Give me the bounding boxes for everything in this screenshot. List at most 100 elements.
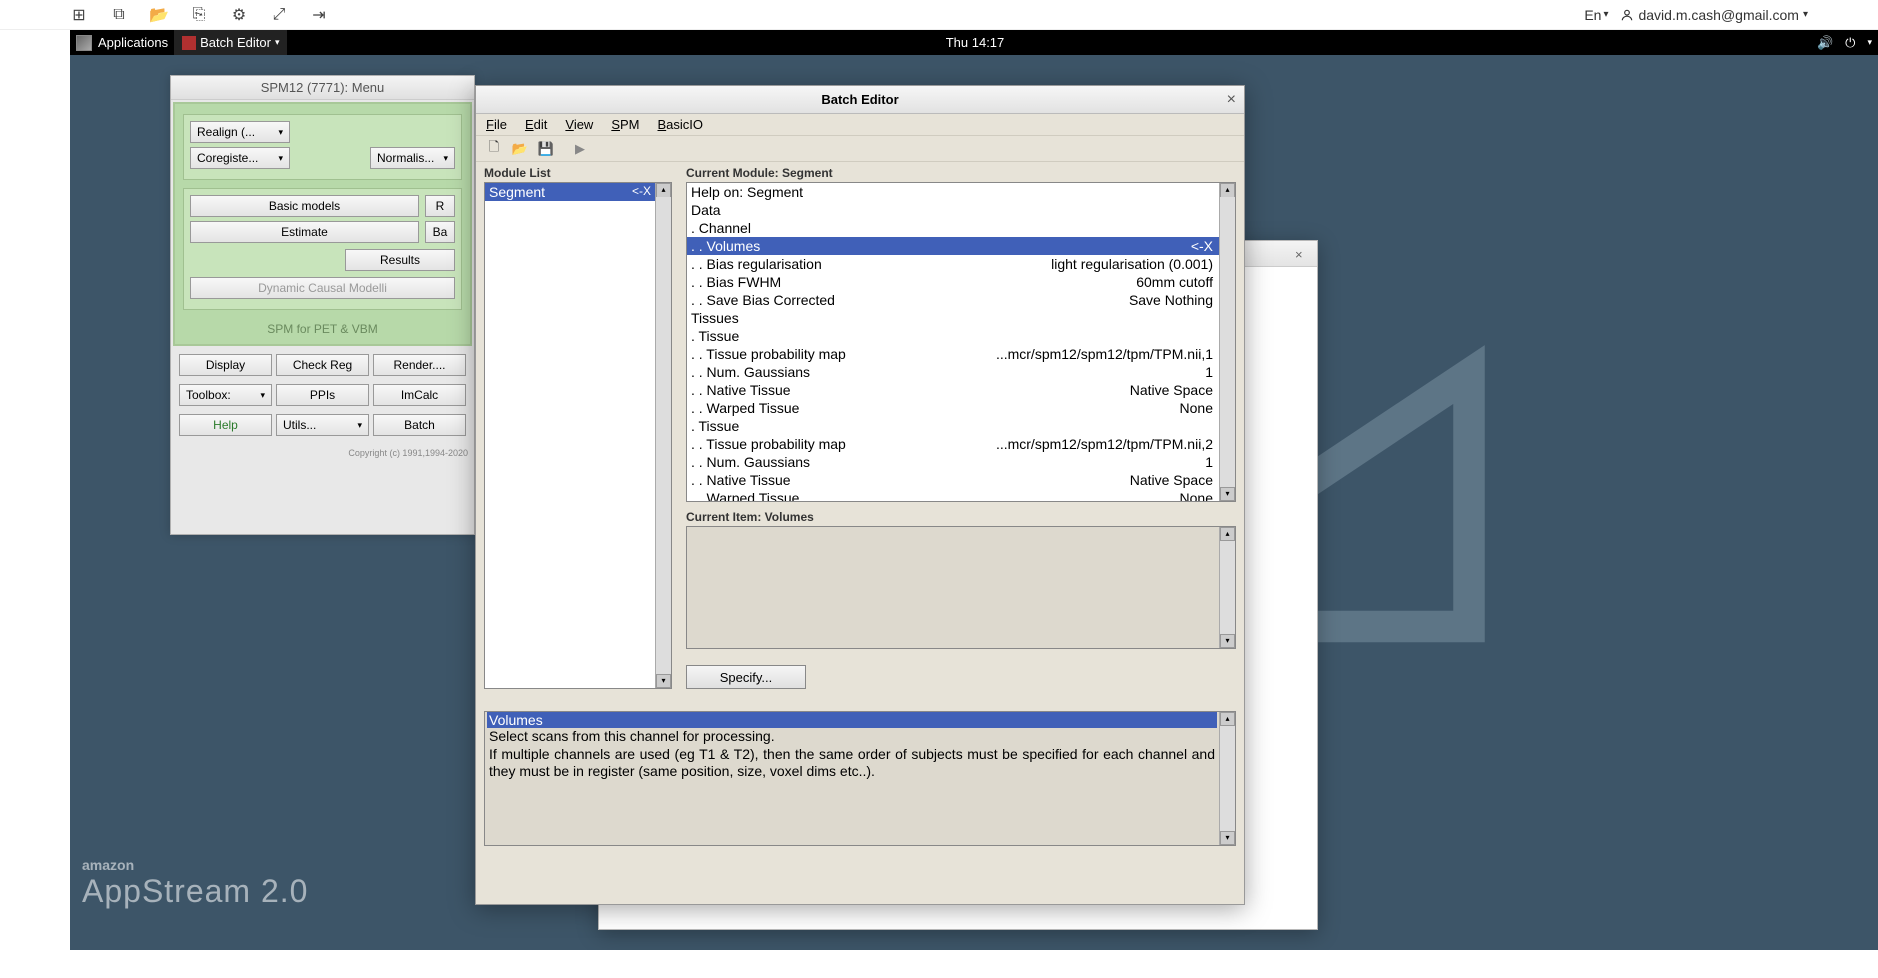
tree-row[interactable]: . . Tissue probability map...mcr/spm12/s… <box>687 345 1219 363</box>
grid-icon[interactable]: ⊞ <box>70 6 88 24</box>
batch-button[interactable]: Batch <box>373 414 466 436</box>
gear-icon[interactable]: ⚙ <box>230 6 248 24</box>
tree-row[interactable]: . . Volumes<-X <box>687 237 1219 255</box>
module-list-box[interactable]: Segment <-X ▴ ▾ <box>484 182 672 689</box>
user-menu[interactable]: david.m.cash@gmail.com ▾ <box>1620 7 1808 23</box>
language-selector[interactable]: En ▾ <box>1584 7 1608 23</box>
spm-copyright: Copyright (c) 1991,1994-2020 <box>171 446 474 460</box>
scrollbar[interactable]: ▴ ▾ <box>1219 712 1235 845</box>
appstream-watermark: amazon AppStream 2.0 <box>82 857 308 910</box>
new-icon[interactable]: 🗋 <box>486 141 502 157</box>
bayesian-button[interactable]: Ba <box>425 221 455 243</box>
applications-icon <box>76 35 92 51</box>
tree-row[interactable]: . . Tissue probability map...mcr/spm12/s… <box>687 435 1219 453</box>
tree-row[interactable]: . . Native TissueNative Space <box>687 381 1219 399</box>
dcm-button[interactable]: Dynamic Causal Modelli <box>190 277 455 299</box>
batch-iconbar: 🗋 📂 💾 ▶ <box>476 136 1244 162</box>
spm-title: SPM12 (7771): Menu <box>171 76 474 100</box>
tree-row[interactable]: . . Save Bias CorrectedSave Nothing <box>687 291 1219 309</box>
scroll-up-icon[interactable]: ▴ <box>656 183 671 197</box>
power-icon[interactable]: ⏻ <box>1845 35 1855 51</box>
system-menubar: Applications Batch Editor ▾ Thu 14:17 🔊 … <box>70 30 1878 55</box>
review-button[interactable]: R <box>425 195 455 217</box>
ppis-button[interactable]: PPIs <box>276 384 369 406</box>
spm12-menu-window[interactable]: SPM12 (7771): Menu Realign (... Coregist… <box>170 75 475 535</box>
taskbar-batch-editor[interactable]: Batch Editor ▾ <box>174 30 287 55</box>
toolbar-left-icons: ⊞ ⧉ 📂 ⎘ ⚙ ⤢ ⇥ <box>70 6 328 24</box>
tree-row[interactable]: . . Num. Gaussians1 <box>687 453 1219 471</box>
current-item-label: Current Item: Volumes <box>686 508 1236 526</box>
windows-icon[interactable]: ⧉ <box>110 6 128 24</box>
clock[interactable]: Thu 14:17 <box>946 35 1005 50</box>
module-item-segment[interactable]: Segment <-X <box>485 183 655 201</box>
menu-spm[interactable]: SPM <box>611 117 639 132</box>
clipboard-icon[interactable]: ⎘ <box>190 6 208 24</box>
realign-select[interactable]: Realign (... <box>190 121 290 143</box>
volume-icon[interactable]: 🔊 <box>1817 35 1833 51</box>
folder-icon[interactable]: 📂 <box>150 6 168 24</box>
checkreg-button[interactable]: Check Reg <box>276 354 369 376</box>
imcalc-button[interactable]: ImCalc <box>373 384 466 406</box>
applications-menu[interactable]: Applications <box>70 30 174 55</box>
display-button[interactable]: Display <box>179 354 272 376</box>
help-text-2: If multiple channels are used (eg T1 & T… <box>487 746 1217 781</box>
scrollbar[interactable]: ▴ ▾ <box>655 183 671 688</box>
close-icon[interactable]: × <box>1227 91 1236 109</box>
current-item-box[interactable]: ▴ ▾ <box>686 526 1236 649</box>
tree-row[interactable]: . . Bias regularisationlight regularisat… <box>687 255 1219 273</box>
menu-basicio[interactable]: BasicIO <box>658 117 704 132</box>
tree-row[interactable]: Data <box>687 201 1219 219</box>
toolbox-select[interactable]: Toolbox: <box>179 384 272 406</box>
current-module-label: Current Module: Segment <box>686 164 1236 182</box>
utils-select[interactable]: Utils... <box>276 414 369 436</box>
coregister-select[interactable]: Coregiste... <box>190 147 290 169</box>
scroll-down-icon[interactable]: ▾ <box>1220 831 1235 845</box>
menu-file[interactable]: File <box>486 117 507 132</box>
scroll-down-icon[interactable]: ▾ <box>1220 634 1235 648</box>
basic-models-button[interactable]: Basic models <box>190 195 419 217</box>
estimate-button[interactable]: Estimate <box>190 221 419 243</box>
tree-row[interactable]: . . Bias FWHM60mm cutoff <box>687 273 1219 291</box>
batch-menubar: File Edit View SPM BasicIO <box>476 114 1244 136</box>
module-list-label: Module List <box>484 164 672 182</box>
tree-row[interactable]: . . Num. Gaussians1 <box>687 363 1219 381</box>
menu-edit[interactable]: Edit <box>525 117 547 132</box>
scroll-up-icon[interactable]: ▴ <box>1220 712 1235 726</box>
help-button[interactable]: Help <box>179 414 272 436</box>
tray-caret-icon[interactable]: ▾ <box>1867 37 1872 48</box>
desktop: Applications Batch Editor ▾ Thu 14:17 🔊 … <box>70 30 1878 950</box>
save-icon[interactable]: 💾 <box>538 141 554 157</box>
scrollbar[interactable]: ▴ ▾ <box>1219 527 1235 648</box>
scroll-up-icon[interactable]: ▴ <box>1220 183 1235 197</box>
help-title: Volumes <box>487 712 1217 728</box>
scrollbar[interactable]: ▴ ▾ <box>1219 183 1235 501</box>
close-icon[interactable]: × <box>1295 247 1309 261</box>
tree-row[interactable]: . . Native TissueNative Space <box>687 471 1219 489</box>
tree-row[interactable]: . Tissue <box>687 417 1219 435</box>
scroll-down-icon[interactable]: ▾ <box>656 674 671 688</box>
tree-row[interactable]: . . Warped TissueNone <box>687 489 1219 501</box>
render-button[interactable]: Render.... <box>373 354 466 376</box>
tree-row[interactable]: . . Warped TissueNone <box>687 399 1219 417</box>
menu-view[interactable]: View <box>565 117 593 132</box>
appstream-toolbar: ⊞ ⧉ 📂 ⎘ ⚙ ⤢ ⇥ En ▾ david.m.cash@gmail.co… <box>0 0 1878 30</box>
normalise-select[interactable]: Normalis... <box>370 147 455 169</box>
batch-title-text: Batch Editor <box>821 92 898 107</box>
tree-row[interactable]: . Channel <box>687 219 1219 237</box>
scroll-down-icon[interactable]: ▾ <box>1220 487 1235 501</box>
help-area[interactable]: Volumes Select scans from this channel f… <box>484 711 1236 846</box>
scroll-up-icon[interactable]: ▴ <box>1220 527 1235 541</box>
batch-editor-window[interactable]: Batch Editor × File Edit View SPM BasicI… <box>475 85 1245 905</box>
specify-button[interactable]: Specify... <box>686 665 806 689</box>
results-button[interactable]: Results <box>345 249 455 271</box>
open-icon[interactable]: 📂 <box>512 141 528 157</box>
connector-icon[interactable]: ⇥ <box>310 6 328 24</box>
toolbar-right: En ▾ david.m.cash@gmail.com ▾ <box>1584 7 1808 23</box>
batch-titlebar[interactable]: Batch Editor × <box>476 86 1244 114</box>
fullscreen-icon[interactable]: ⤢ <box>270 6 288 24</box>
module-tree-box[interactable]: Help on: SegmentData. Channel. . Volumes… <box>686 182 1236 502</box>
run-icon[interactable]: ▶ <box>572 141 588 157</box>
tree-row[interactable]: Tissues <box>687 309 1219 327</box>
tree-row[interactable]: Help on: Segment <box>687 183 1219 201</box>
tree-row[interactable]: . Tissue <box>687 327 1219 345</box>
